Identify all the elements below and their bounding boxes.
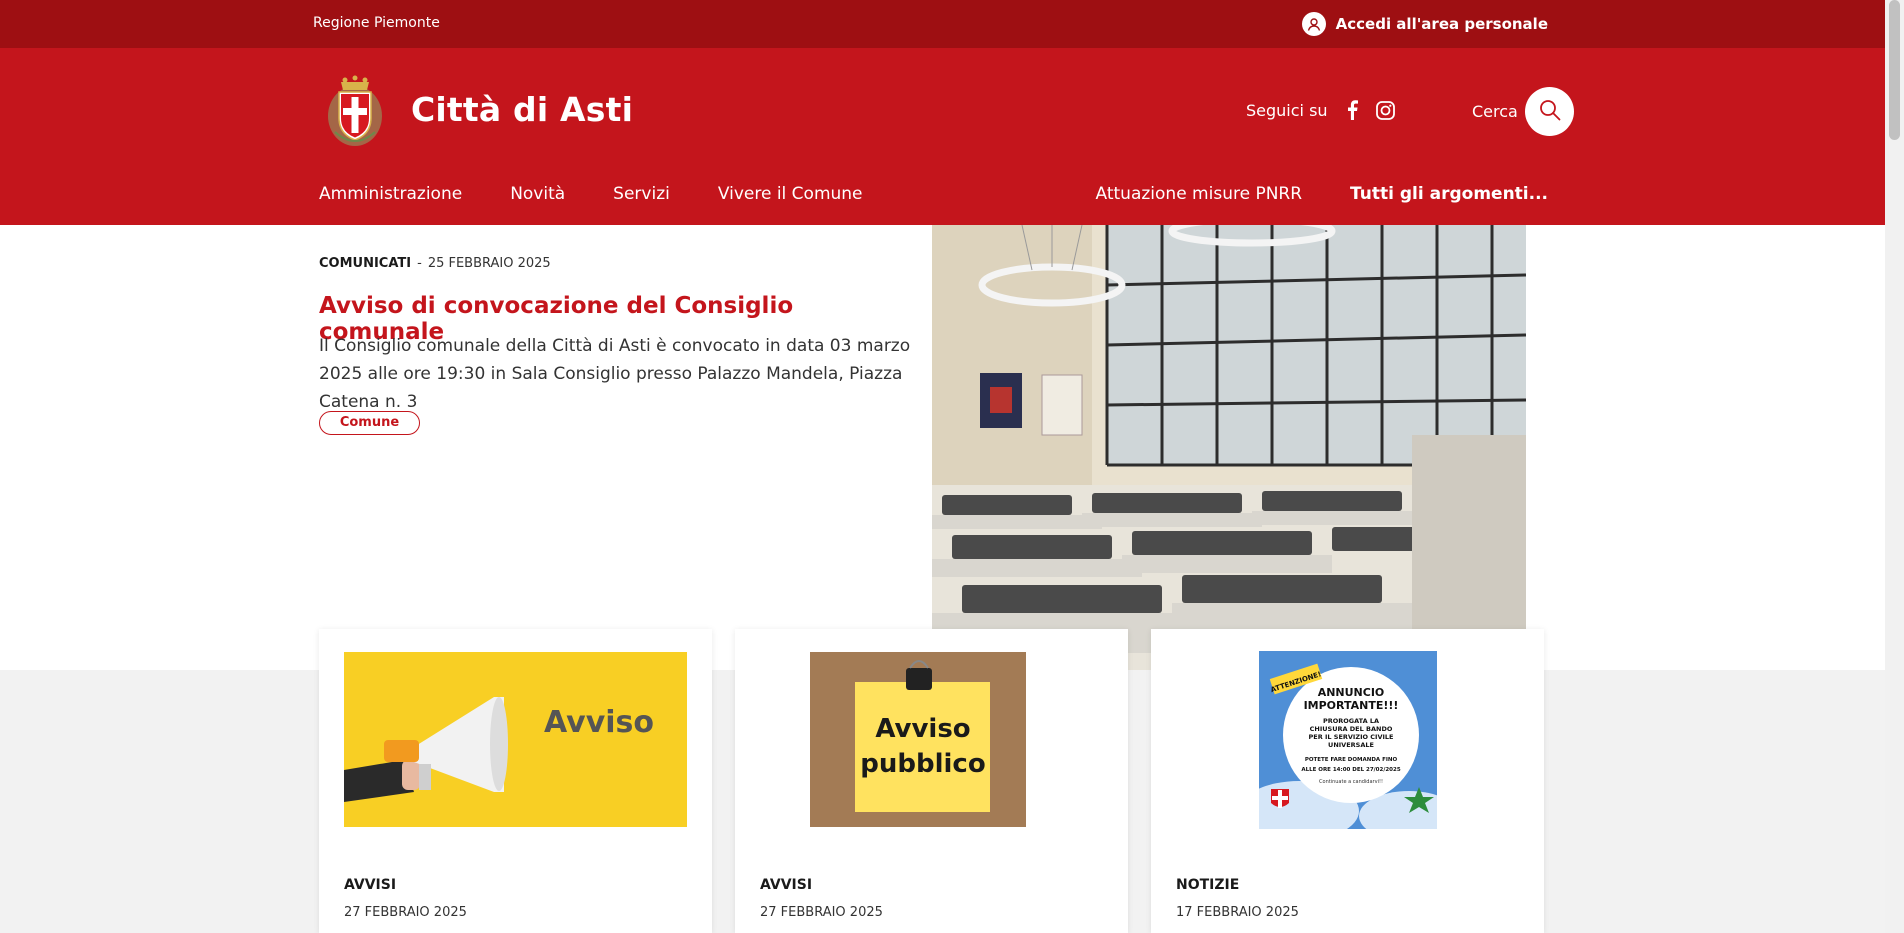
region-link[interactable]: Regione Piemonte [313,15,440,31]
site-title[interactable]: Città di Asti [411,90,633,129]
instagram-icon[interactable] [1375,100,1395,120]
nav-item-servizi[interactable]: Servizi [613,184,670,204]
hero-date: 25 FEBBRAIO 2025 [427,256,551,271]
card-image-text-2: pubblico [860,749,985,779]
card-image-text-1: Avviso [875,714,970,744]
nav-item-vivere-il-comune[interactable]: Vivere il Comune [718,184,863,204]
news-card[interactable]: ATTENZIONE! ANNUNCIO IMPORTANTE!!! PRORO… [1151,629,1544,933]
user-icon [1301,12,1326,36]
card-image-avviso-pubblico: Avviso pubblico [810,652,1026,827]
council-chamber-photo [932,225,1526,670]
news-card[interactable]: Avviso pubblico AVVISI 27 FEBBRAIO 2025 [735,629,1128,933]
card-image-line-2: CHIUSURA DEL BANDO [1310,725,1393,733]
search-icon [1539,99,1561,125]
hero-separator: - [417,256,422,271]
card-image-line-1: PROROGATA LA [1323,717,1379,725]
card-category[interactable]: NOTIZIE [1176,877,1239,893]
nav-item-novita[interactable]: Novità [510,184,565,204]
card-image-title-2: IMPORTANTE!!! [1304,699,1399,712]
card-image-servizio-civile: ATTENZIONE! ANNUNCIO IMPORTANTE!!! PRORO… [1239,651,1459,841]
search-label: Cerca [1472,102,1518,121]
hero-category[interactable]: COMUNICATI [319,256,411,271]
card-date: 17 FEBBRAIO 2025 [1176,905,1299,920]
top-bar: Regione Piemonte Accedi all'area persona… [0,0,1885,48]
card-image-line-7: Continuate a candidarvi!! [1319,779,1383,785]
social-links: Seguici su [1246,100,1395,120]
search-button[interactable] [1525,87,1574,136]
news-card[interactable]: Avviso AVVISI 27 FEBBRAIO 2025 [319,629,712,933]
secondary-nav: Attuazione misure PNRR Tutti gli argomen… [1096,184,1548,204]
hero-meta: COMUNICATI -25 FEBBRAIO 2025 [319,256,551,271]
card-image-line-4: UNIVERSALE [1328,741,1374,749]
social-label: Seguici su [1246,100,1328,120]
card-image-line-6: ALLE ORE 14:00 DEL 27/02/2025 [1301,767,1400,773]
card-image-text: Avviso [544,705,654,740]
hero-description: Il Consiglio comunale della Città di Ast… [319,336,911,412]
coat-of-arms-logo[interactable] [325,72,385,150]
card-image-line-3: PER IL SERVIZIO CIVILE [1308,733,1393,741]
card-image-line-5: POTETE FARE DOMANDA FINO [1305,757,1398,763]
card-date: 27 FEBBRAIO 2025 [760,905,883,920]
login-link[interactable]: Accedi all'area personale [1301,12,1548,36]
card-image-title-1: ANNUNCIO [1318,686,1385,699]
card-date: 27 FEBBRAIO 2025 [344,905,467,920]
site-header: Città di Asti Seguici su Cerca Amministr… [0,48,1885,225]
card-category[interactable]: AVVISI [760,877,812,893]
hero-tag-comune[interactable]: Comune [319,411,420,435]
main-nav: Amministrazione Novità Servizi Vivere il… [319,184,863,204]
nav-item-pnrr[interactable]: Attuazione misure PNRR [1096,184,1303,204]
page-scrollbar[interactable] [1885,0,1904,933]
nav-item-all-topics[interactable]: Tutti gli argomenti... [1350,184,1548,204]
card-category[interactable]: AVVISI [344,877,396,893]
card-image-avviso: Avviso [344,652,687,827]
facebook-icon[interactable] [1346,100,1358,120]
login-label: Accedi all'area personale [1335,15,1548,33]
nav-item-amministrazione[interactable]: Amministrazione [319,184,462,204]
scrollbar-thumb[interactable] [1889,0,1900,140]
